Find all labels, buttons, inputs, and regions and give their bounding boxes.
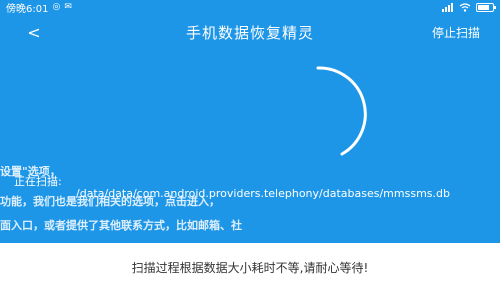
scan-path-text: /data/data/com.android.providers.telepho… [76,187,450,200]
status-bar: 傍晚6:01 ◎ ✉ [0,0,500,15]
signal-icon [442,2,453,12]
page-title: 手机数据恢复精灵 [185,23,314,42]
scan-progress-ring [316,66,367,156]
scan-path: /data/data/com.android.providers.telepho… [14,187,474,200]
sync-icon: ◎ [52,2,61,12]
notification-icon: ✉ [64,2,72,12]
back-icon: < [27,22,41,42]
wifi-icon [459,2,471,12]
bottom-panel: 扫描过程根据数据大小耗时不等,请耐心等待! [0,243,500,300]
battery-icon [476,2,496,12]
stop-scan-button[interactable]: 停止扫描 [432,24,480,41]
back-button[interactable]: < [22,20,46,44]
scan-status-area: 设置"选项， 功能，我们也是我们相关的选项，点击进入， 面入口，或者提供了其他联… [0,165,500,240]
scan-tip: 扫描过程根据数据大小耗时不等,请耐心等待! [131,261,369,275]
status-time: 傍晚6:01 [6,3,49,15]
status-left: 傍晚6:01 ◎ ✉ [6,0,72,15]
ghost-text-line: 面入口，或者提供了其他联系方式，比如邮箱、社 [0,219,242,232]
status-right [442,2,496,12]
